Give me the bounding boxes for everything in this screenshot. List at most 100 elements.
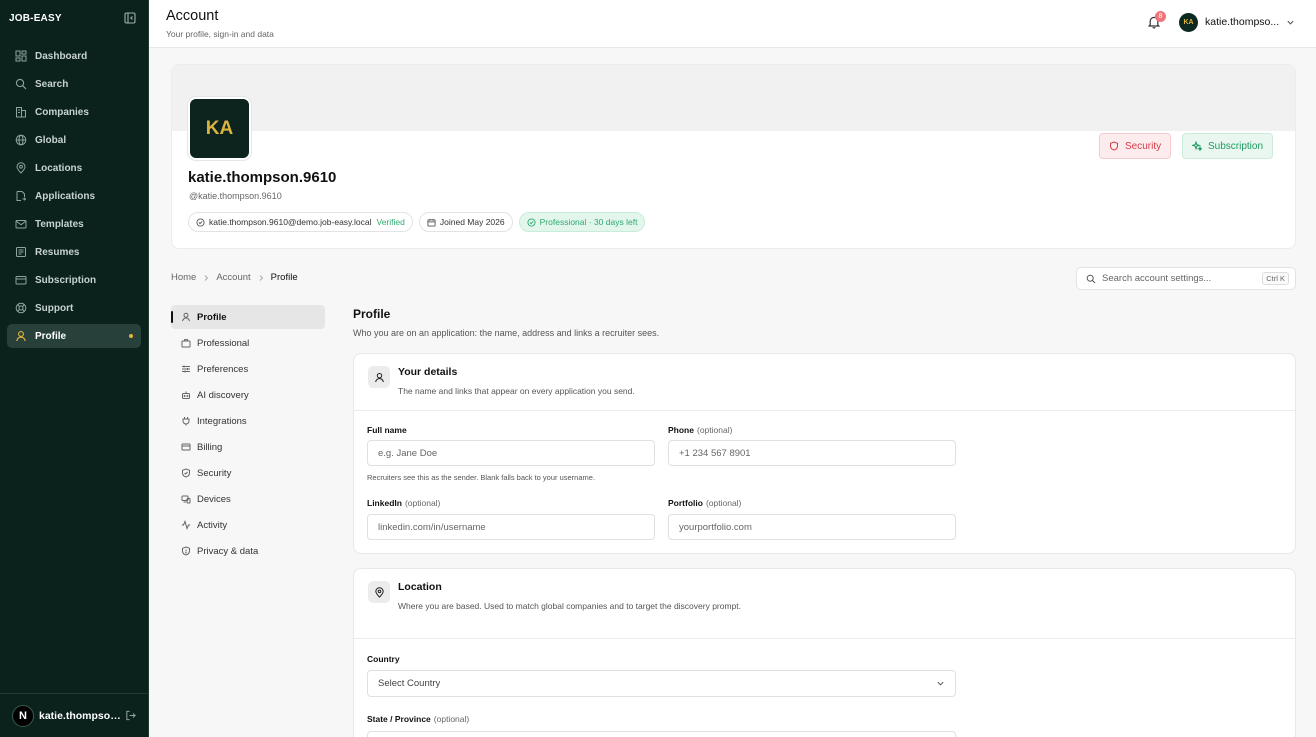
sidebar-item-support[interactable]: Support: [7, 296, 141, 320]
mail-icon: [15, 220, 27, 229]
activity-icon: [181, 520, 191, 530]
file-send-icon: [16, 191, 27, 201]
sidebar-nav: Dashboard Search Companies Global Locati…: [0, 36, 148, 348]
plug-icon: [182, 417, 190, 426]
country-select[interactable]: Select Country: [367, 670, 956, 697]
settings-nav-label: Integrations: [197, 415, 247, 427]
sidebar-item-templates[interactable]: Templates: [7, 212, 141, 236]
map-pin-icon: [16, 162, 26, 174]
sidebar-item-resumes[interactable]: Resumes: [7, 240, 141, 264]
country-label: Country: [367, 654, 400, 664]
settings-nav-devices[interactable]: Devices: [171, 487, 325, 511]
user-icon: [16, 331, 26, 342]
portfolio-field[interactable]: [668, 514, 956, 540]
account-menu-username[interactable]: katie.thompso...: [1205, 16, 1279, 28]
settings-nav-integrations[interactable]: Integrations: [171, 409, 325, 433]
portfolio-input[interactable]: [669, 515, 955, 539]
chevron-down-icon[interactable]: [1286, 18, 1295, 27]
globe-icon: [15, 134, 27, 146]
profile-avatar[interactable]: KA: [188, 97, 251, 160]
linkedin-input[interactable]: [368, 515, 654, 539]
page-subtitle: Your profile, sign-in and data: [166, 29, 274, 39]
sidebar-item-dashboard[interactable]: Dashboard: [7, 44, 141, 68]
breadcrumb-account[interactable]: Account: [216, 272, 250, 283]
location-card: Location Where you are based. Used to ma…: [353, 568, 1296, 737]
phone-input[interactable]: [669, 441, 955, 465]
shield-icon: [182, 468, 190, 478]
full-name-label-text: Full name: [367, 425, 407, 435]
settings-nav-billing[interactable]: Billing: [171, 435, 325, 459]
settings-nav-ai-discovery[interactable]: AI discovery: [171, 383, 325, 407]
top-bar: Account Your profile, sign-in and data 8…: [149, 0, 1316, 48]
email-text: katie.thompson.9610@demo.job-easy.local: [209, 217, 372, 227]
settings-nav-label: Devices: [197, 493, 231, 505]
state-field[interactable]: [367, 731, 956, 737]
settings-nav-professional[interactable]: Professional: [171, 331, 325, 355]
settings-nav-profile[interactable]: Profile: [171, 305, 325, 329]
full-name-field[interactable]: [367, 440, 655, 466]
state-label: State / Province (optional): [367, 714, 469, 724]
settings-nav-label: Billing: [197, 441, 223, 453]
full-name-input[interactable]: [368, 441, 654, 465]
subscription-button-label: Subscription: [1208, 140, 1264, 152]
sidebar-item-locations[interactable]: Locations: [7, 156, 141, 180]
linkedin-field[interactable]: [367, 514, 655, 540]
sidebar-item-profile[interactable]: Profile: [7, 324, 141, 348]
settings-search[interactable]: Ctrl K: [1076, 267, 1296, 290]
sliders-icon: [182, 365, 190, 373]
security-button-label: Security: [1125, 140, 1162, 152]
shield-lock-icon: [182, 546, 190, 556]
logout-icon[interactable]: [125, 710, 136, 721]
sidebar-item-label: Search: [35, 78, 69, 90]
building-icon: [16, 107, 26, 118]
avatar[interactable]: N: [12, 704, 34, 727]
card-title: Your details: [398, 366, 458, 378]
sidebar-item-companies[interactable]: Companies: [7, 100, 141, 124]
user-icon: [182, 312, 190, 322]
dashboard-icon: [15, 50, 27, 62]
portfolio-label: Portfolio (optional): [668, 498, 741, 508]
settings-nav-activity[interactable]: Activity: [171, 513, 325, 537]
breadcrumb: Home Account Profile: [171, 272, 298, 283]
settings-nav-security[interactable]: Security: [171, 461, 325, 485]
sidebar-username[interactable]: katie.thompson.9610: [39, 710, 125, 722]
sidebar-item-applications[interactable]: Applications: [7, 184, 141, 208]
app-logo[interactable]: JOB-EASY: [9, 13, 62, 24]
state-label-text: State / Province: [367, 714, 431, 724]
linkedin-label: LinkedIn (optional): [367, 498, 440, 508]
avatar[interactable]: KA: [1179, 13, 1198, 32]
linkedin-label-text: LinkedIn: [367, 498, 402, 508]
chevron-right-icon: [204, 274, 209, 281]
breadcrumb-home[interactable]: Home: [171, 272, 196, 283]
sidebar-item-global[interactable]: Global: [7, 128, 141, 152]
sidebar-item-label: Subscription: [35, 274, 97, 286]
plan-text: Professional · 30 days left: [539, 217, 638, 227]
sidebar-header: JOB-EASY: [0, 0, 148, 36]
section-subtitle: Who you are on an application: the name,…: [353, 328, 660, 338]
card-title: Location: [398, 581, 442, 593]
user-icon: [374, 372, 384, 382]
bot-icon: [182, 391, 190, 399]
phone-field[interactable]: [668, 440, 956, 466]
settings-nav: Profile Professional Preferences AI disc…: [171, 305, 325, 565]
search-icon: [1086, 274, 1096, 283]
joined-chip: Joined May 2026: [418, 212, 513, 232]
optional-tag: (optional): [433, 714, 470, 724]
settings-nav-preferences[interactable]: Preferences: [171, 357, 325, 381]
email-chip: katie.thompson.9610@demo.job-easy.local …: [188, 212, 413, 232]
plan-status-badge[interactable]: Professional · 30 days left: [518, 212, 646, 232]
country-label-text: Country: [367, 654, 400, 664]
sidebar-item-search[interactable]: Search: [7, 72, 141, 96]
page-title: Account: [166, 8, 219, 24]
settings-search-input[interactable]: [1102, 273, 1263, 284]
security-button[interactable]: Security: [1099, 133, 1172, 159]
sidebar-item-label: Profile: [35, 330, 67, 342]
collapse-sidebar-icon[interactable]: [124, 12, 136, 24]
active-indicator-dot: [129, 334, 133, 338]
sidebar-item-subscription[interactable]: Subscription: [7, 268, 141, 292]
subscription-button[interactable]: Subscription: [1182, 133, 1274, 159]
breadcrumb-current: Profile: [270, 272, 298, 283]
settings-nav-privacy[interactable]: Privacy & data: [171, 539, 325, 563]
sidebar-footer: N katie.thompson.9610: [0, 693, 148, 737]
card-description: The name and links that appear on every …: [398, 386, 635, 396]
